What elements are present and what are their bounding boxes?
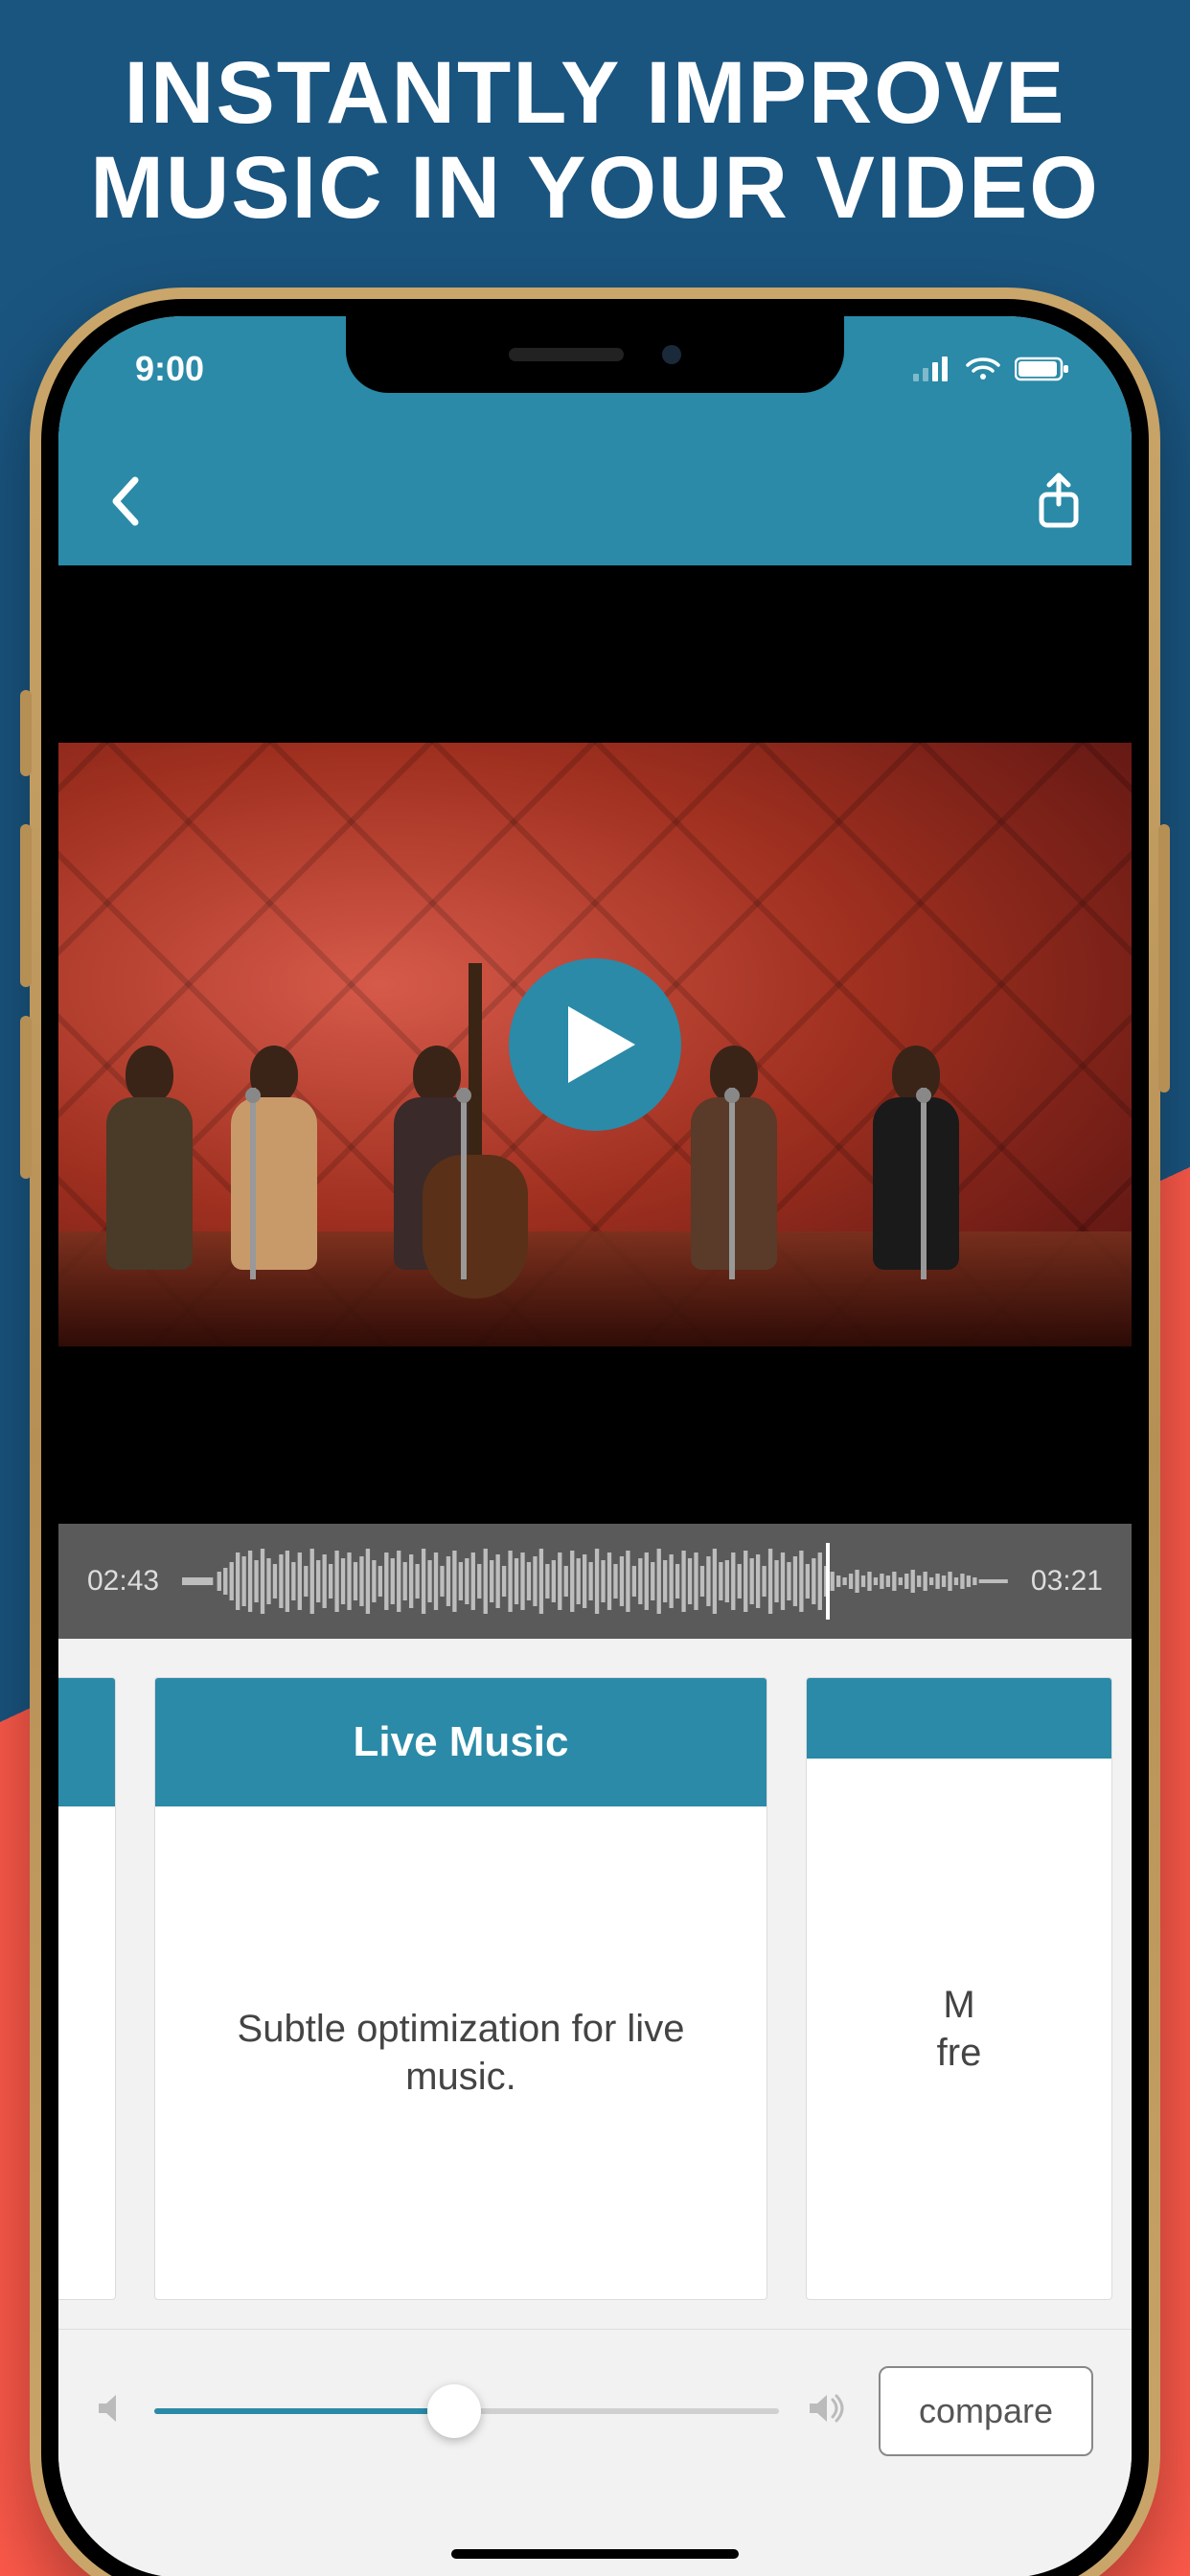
video-player[interactable] (58, 565, 1132, 1524)
preset-description: hat's it. (58, 1806, 115, 2299)
status-time: 9:00 (135, 349, 204, 389)
share-button[interactable] (1034, 472, 1084, 536)
bottom-toolbar: compare (58, 2329, 1132, 2492)
video-musician (212, 1046, 336, 1270)
preset-card-active[interactable]: Live Music Subtle optimization for live … (154, 1677, 767, 2300)
waveform-icon (182, 1543, 1008, 1620)
phone-front-camera (662, 345, 681, 364)
video-mic-stand (461, 1088, 467, 1279)
slider-fill (154, 2408, 454, 2414)
home-indicator[interactable] (451, 2549, 739, 2559)
play-icon (563, 1001, 640, 1088)
promo-headline-line1: INSTANTLY IMPROVE (0, 46, 1190, 141)
volume-high-icon (808, 2392, 850, 2429)
play-button[interactable] (509, 958, 681, 1131)
wifi-icon (965, 356, 1001, 381)
phone-screen: 9:00 (58, 316, 1132, 2576)
audio-timeline[interactable]: 02:43 (58, 1524, 1132, 1639)
phone-power-button (1158, 824, 1170, 1092)
video-mic-stand (250, 1088, 256, 1279)
preset-carousel[interactable]: er hat's it. Live Music Subtle optimizat… (58, 1639, 1132, 2329)
preset-description: Mfre (807, 1759, 1111, 2299)
timeline-total-time: 03:21 (1031, 1565, 1103, 1598)
preset-card-prev[interactable]: er hat's it. (58, 1677, 116, 2300)
phone-device-frame: 9:00 (30, 288, 1160, 2576)
slider-thumb[interactable] (427, 2384, 481, 2438)
chevron-left-icon (106, 472, 145, 530)
video-upright-bass (423, 963, 528, 1289)
intensity-slider[interactable] (154, 2382, 779, 2440)
promo-headline-line2: MUSIC IN YOUR VIDEO (0, 141, 1190, 236)
preset-title: er (58, 1678, 115, 1806)
video-musician (854, 1046, 978, 1270)
timeline-current-time: 02:43 (87, 1565, 159, 1598)
promo-headline: INSTANTLY IMPROVE MUSIC IN YOUR VIDEO (0, 0, 1190, 237)
back-button[interactable] (106, 472, 145, 535)
phone-volume-down (20, 1016, 32, 1179)
cellular-signal-icon (913, 356, 951, 381)
waveform-track[interactable] (182, 1543, 1008, 1620)
preset-description: Subtle optimization for live music. (155, 1806, 767, 2299)
phone-mute-switch (20, 690, 32, 776)
phone-speaker (509, 348, 624, 361)
battery-icon (1015, 356, 1070, 381)
promo-background: INSTANTLY IMPROVE MUSIC IN YOUR VIDEO 9:… (0, 0, 1190, 2576)
compare-button[interactable]: compare (879, 2366, 1093, 2456)
video-musician (87, 1046, 212, 1270)
share-icon (1034, 472, 1084, 531)
video-mic-stand (921, 1088, 927, 1279)
video-mic-stand (729, 1088, 735, 1279)
preset-title: Live Music (155, 1678, 767, 1806)
volume-low-icon (97, 2392, 126, 2429)
phone-volume-up (20, 824, 32, 987)
preset-card-next[interactable]: Mfre (806, 1677, 1112, 2300)
preset-title (807, 1678, 1111, 1759)
phone-notch (346, 316, 844, 393)
timeline-playhead[interactable] (826, 1543, 830, 1620)
